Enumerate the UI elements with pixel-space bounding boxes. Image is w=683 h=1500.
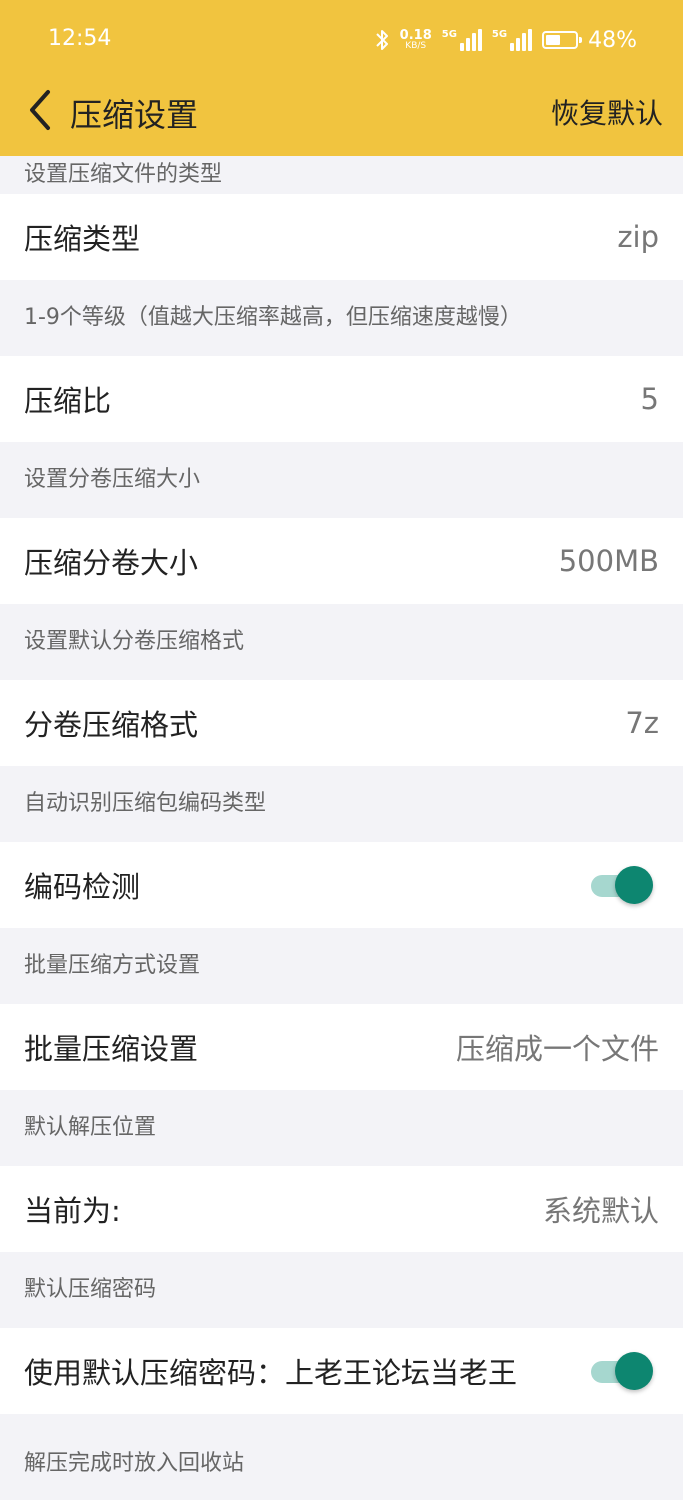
section-label: 1-9个等级（值越大压缩率越高，但压缩速度越慢）	[24, 305, 522, 330]
setting-row-compress-type[interactable]: 压缩类型 zip	[0, 194, 683, 280]
status-bar: 12:54 0.18 KB/S 5G 5G 48%	[0, 0, 683, 80]
setting-label: 使用默认压缩密码：上老王论坛当老王	[24, 1356, 518, 1390]
app-header: 12:54 0.18 KB/S 5G 5G 48% 压缩设置 恢复默认	[0, 0, 683, 156]
section-label: 设置压缩文件的类型	[24, 162, 223, 187]
toggle-knob	[615, 866, 653, 904]
setting-value: 5	[640, 382, 659, 416]
setting-row-default-password: 使用默认压缩密码：上老王论坛当老王	[0, 1328, 683, 1414]
section-label: 默认压缩密码	[24, 1277, 157, 1302]
setting-label: 编码检测	[24, 870, 141, 904]
setting-value: 压缩成一个文件	[455, 1032, 659, 1066]
reset-defaults-button[interactable]: 恢复默认	[551, 92, 663, 132]
setting-label: 压缩分卷大小	[24, 546, 199, 580]
status-time: 12:54	[48, 26, 112, 51]
setting-row-encoding-detect: 编码检测	[0, 842, 683, 928]
settings-list: 设置压缩文件的类型 压缩类型 zip 1-9个等级（值越大压缩率越高，但压缩速度…	[0, 156, 683, 1474]
setting-row-volume-size[interactable]: 压缩分卷大小 500MB	[0, 518, 683, 604]
section-label: 批量压缩方式设置	[24, 953, 201, 978]
section-label: 默认解压位置	[24, 1115, 157, 1140]
setting-row-volume-format[interactable]: 分卷压缩格式 7z	[0, 680, 683, 766]
battery-percent: 48%	[588, 27, 637, 53]
signal-label: 5G	[491, 29, 508, 40]
signal-icon: 5G	[491, 29, 533, 51]
back-arrow-icon[interactable]	[22, 88, 62, 132]
setting-value: 系统默认	[542, 1194, 659, 1228]
signal-label: 5G	[441, 29, 457, 40]
toggle-knob	[615, 1352, 653, 1390]
battery-icon	[542, 31, 583, 49]
setting-value: 500MB	[558, 544, 659, 578]
default-password-toggle[interactable]	[591, 1351, 653, 1391]
net-speed-indicator: 0.18 KB/S	[400, 29, 432, 51]
section-label: 设置分卷压缩大小	[24, 467, 201, 492]
setting-label: 压缩比	[24, 384, 112, 418]
net-speed-unit: KB/S	[405, 41, 427, 51]
status-icons: 0.18 KB/S 5G 5G 48%	[374, 24, 637, 56]
nav-bar: 压缩设置 恢复默认	[0, 80, 683, 156]
setting-row-compress-ratio[interactable]: 压缩比 5	[0, 356, 683, 442]
section-label: 解压完成时放入回收站	[24, 1451, 245, 1474]
setting-label: 批量压缩设置	[24, 1032, 199, 1066]
setting-value: zip	[617, 220, 659, 254]
page-title: 压缩设置	[70, 96, 199, 134]
setting-label: 当前为:	[24, 1194, 121, 1228]
signal-icon: 5G	[442, 29, 482, 51]
setting-label: 压缩类型	[24, 222, 141, 256]
setting-row-batch-compress[interactable]: 批量压缩设置 压缩成一个文件	[0, 1004, 683, 1090]
encoding-detect-toggle[interactable]	[591, 865, 653, 905]
section-label: 设置默认分卷压缩格式	[24, 629, 245, 654]
setting-label: 分卷压缩格式	[24, 708, 199, 742]
setting-value: 7z	[625, 706, 659, 740]
setting-row-extract-location[interactable]: 当前为: 系统默认	[0, 1166, 683, 1252]
section-label: 自动识别压缩包编码类型	[24, 791, 267, 816]
bluetooth-icon	[375, 30, 388, 50]
